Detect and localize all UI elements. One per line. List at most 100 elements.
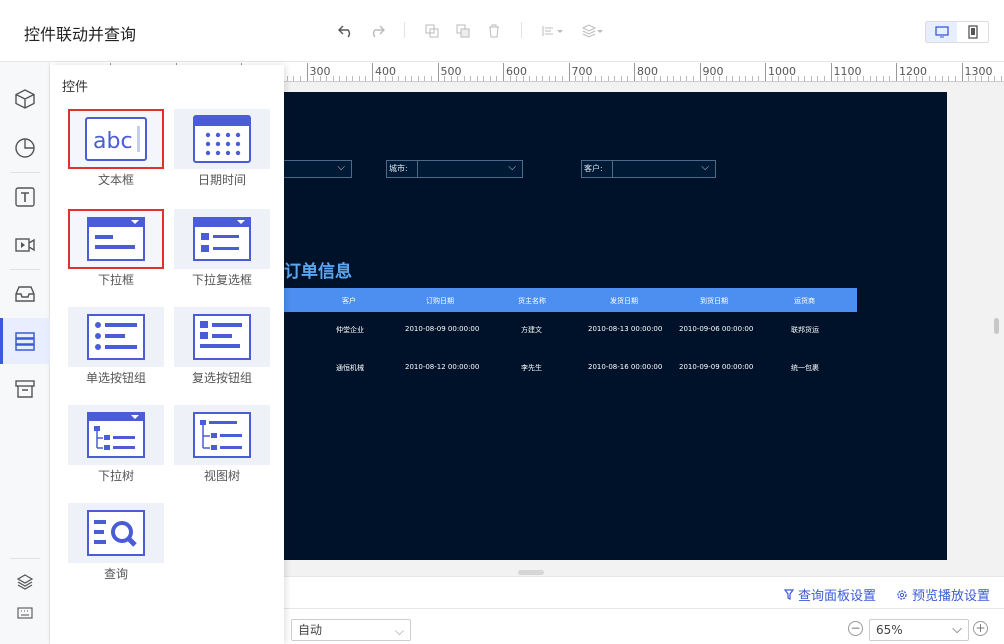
ruler-minor-tick	[319, 76, 321, 81]
widget-label: 视图树	[203, 469, 240, 483]
chevron-down-icon: ⌵	[701, 162, 709, 173]
table-row: 仲堂企业 2010-08-09 00:00:00 方建文 2010-08-13 …	[280, 312, 857, 350]
ruler-major-tick	[765, 63, 766, 81]
column-header: 客户	[342, 297, 356, 305]
table-cell: 联邦货运	[791, 326, 819, 334]
widget-dropdown-tree[interactable]: 下拉树	[68, 405, 164, 484]
zoom-out-icon[interactable]: −	[848, 621, 863, 636]
dropdown-icon	[68, 209, 164, 269]
widget-label: 复选按钮组	[191, 371, 252, 385]
layers-icon[interactable]	[0, 567, 50, 597]
widget-tree-view[interactable]: 视图树	[174, 405, 270, 484]
table-cell: 2010-08-13 00:00:00	[588, 325, 663, 333]
ruler-minor-tick	[778, 76, 780, 81]
status-bar: 自动 ⌵ − 65% ⌵ +	[284, 608, 1004, 644]
ruler-minor-tick	[738, 76, 740, 81]
video-icon[interactable]	[0, 222, 50, 268]
ruler-minor-tick	[712, 76, 714, 81]
ruler-minor-tick	[994, 76, 996, 81]
pie-chart-icon[interactable]	[0, 125, 50, 171]
widget-checkbox-group[interactable]: 复选按钮组	[174, 307, 270, 386]
ruler-minor-tick	[876, 76, 878, 81]
trash-icon[interactable]	[485, 22, 503, 40]
ruler-minor-tick	[823, 76, 825, 81]
archive-icon[interactable]	[0, 366, 50, 412]
city-filter-select[interactable]: ⌵	[417, 160, 523, 178]
ruler-minor-tick	[987, 76, 989, 81]
ruler-major-tick	[503, 63, 504, 81]
icon-bar-divider	[10, 172, 40, 173]
layer-icon[interactable]	[581, 22, 605, 40]
calendar-icon	[174, 109, 270, 169]
ruler-major-tick	[634, 63, 635, 81]
ruler-minor-tick	[902, 76, 904, 81]
tree-view-icon	[174, 405, 270, 465]
filter-select-hidden[interactable]: ⌵	[280, 160, 352, 178]
view-mode-switch	[925, 21, 989, 43]
left-icon-bar	[0, 62, 50, 644]
text-icon[interactable]	[0, 174, 50, 220]
ruler-minor-tick	[463, 76, 465, 81]
ruler-minor-tick	[313, 76, 315, 81]
horizontal-scrollbar[interactable]	[518, 570, 544, 575]
ruler-minor-tick	[889, 76, 891, 81]
zoom-in-icon[interactable]: +	[973, 621, 988, 636]
ruler-minor-tick	[385, 76, 387, 81]
query-panel-settings-link[interactable]: 查询面板设置	[784, 585, 876, 604]
ruler-minor-tick	[332, 76, 334, 81]
layout-mode-select[interactable]: 自动 ⌵	[291, 619, 411, 641]
ruler-minor-tick	[909, 76, 911, 81]
ruler-minor-tick	[588, 76, 590, 81]
preview-settings-link[interactable]: 预览播放设置	[896, 585, 990, 604]
widget-dropdown-checkbox[interactable]: 下拉复选框	[174, 209, 270, 288]
paste-icon[interactable]	[454, 22, 472, 40]
ruler-minor-tick	[529, 76, 531, 81]
ruler-minor-tick	[358, 76, 360, 81]
ruler-minor-tick	[948, 76, 950, 81]
table-cell: 仲堂企业	[336, 326, 364, 334]
widget-query[interactable]: 查询	[68, 503, 164, 582]
inbox-icon[interactable]	[0, 271, 50, 317]
redo-icon[interactable]	[368, 22, 386, 40]
zoom-select[interactable]: 65% ⌵	[869, 619, 969, 641]
align-icon[interactable]	[541, 22, 565, 40]
dashboard-title: 订单信息	[284, 262, 352, 282]
ruler-minor-tick	[653, 76, 655, 81]
ruler-minor-tick	[679, 76, 681, 81]
ruler-minor-tick	[771, 76, 773, 81]
desktop-icon[interactable]	[926, 22, 957, 42]
undo-icon[interactable]	[337, 22, 355, 40]
chevron-down-icon: ⌵	[508, 162, 516, 173]
keyboard-icon[interactable]	[0, 598, 50, 628]
radio-group-icon	[68, 307, 164, 367]
ruler-minor-tick	[417, 76, 419, 81]
filter-label: 客户:	[581, 160, 613, 178]
ruler-major-tick	[372, 63, 373, 81]
widget-controls-icon[interactable]	[0, 318, 50, 364]
chevron-down-icon: ⌵	[952, 622, 962, 637]
cube-icon[interactable]	[0, 76, 50, 122]
ruler-minor-tick	[666, 76, 668, 81]
vertical-scrollbar[interactable]	[994, 318, 999, 334]
ruler-minor-tick	[732, 76, 734, 81]
ruler-minor-tick	[719, 76, 721, 81]
ruler-minor-tick	[444, 76, 446, 81]
ruler-minor-tick	[607, 76, 609, 81]
app-title: 控件联动并查询	[24, 25, 137, 44]
widget-radio-group[interactable]: 单选按钮组	[68, 307, 164, 386]
ruler-minor-tick	[398, 76, 400, 81]
ruler-minor-tick	[601, 76, 603, 81]
widget-textbox[interactable]: abc 文本框	[68, 109, 164, 188]
widget-datetime[interactable]: 日期时间	[174, 109, 270, 188]
customer-filter-select[interactable]: ⌵	[612, 160, 716, 178]
copy-icon[interactable]	[423, 22, 441, 40]
widget-label: 单选按钮组	[85, 371, 146, 385]
ruler-major-tick	[830, 63, 832, 81]
widget-label: 下拉复选框	[191, 273, 252, 287]
widget-dropdown[interactable]: 下拉框	[68, 209, 164, 288]
ruler-minor-tick	[640, 76, 642, 81]
mobile-icon[interactable]	[957, 22, 988, 42]
ruler-minor-tick	[843, 76, 845, 81]
ruler-minor-tick	[516, 76, 518, 81]
ruler-minor-tick	[810, 76, 812, 81]
